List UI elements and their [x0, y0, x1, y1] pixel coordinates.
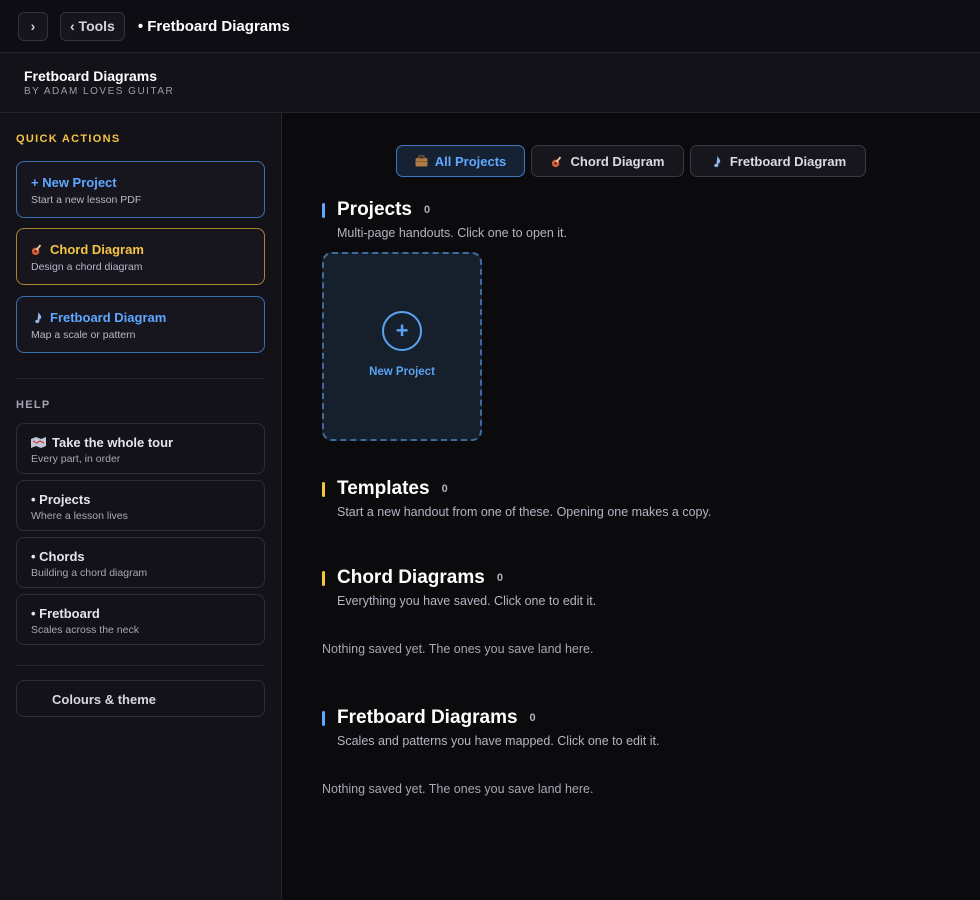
tab-fretboard-diagram[interactable]: Fretboard Diagram [690, 145, 866, 177]
briefcase-icon [415, 155, 428, 167]
back-to-tools-button[interactable]: ‹ Tools [60, 11, 125, 41]
help-item-sub: Where a lesson lives [31, 510, 128, 522]
help-item-chords[interactable]: • Chords Building a chord diagram [16, 537, 265, 588]
projects-section: Projects 0 Multi-page handouts. Click on… [322, 199, 567, 441]
help-item-title: • Chords [31, 549, 85, 564]
quick-actions-label: QUICK ACTIONS [16, 133, 121, 145]
app-subtitle: BY ADAM LOVES GUITAR [24, 86, 175, 97]
quick-action-chord-diagram[interactable]: Chord Diagram Design a chord diagram [16, 228, 265, 285]
empty-state-message: Nothing saved yet. The ones you save lan… [322, 782, 594, 796]
help-item-sub: Building a chord diagram [31, 567, 148, 579]
section-count: 0 [441, 483, 448, 495]
tab-label: Fretboard Diagram [729, 153, 847, 169]
templates-section: Templates 0 Start a new handout from one… [322, 478, 711, 519]
quick-action-sub: Start a new lesson PDF [31, 194, 142, 206]
guitar-icon [31, 243, 44, 256]
colours-theme-button[interactable]: Colours & theme [16, 680, 265, 717]
section-accent-bar [322, 710, 325, 726]
music-note-icon [710, 155, 723, 168]
section-description: Start a new handout from one of these. O… [337, 505, 712, 519]
map-icon [31, 437, 46, 448]
expand-sidebar-button[interactable]: › [18, 11, 48, 41]
help-item-title: • Projects [31, 492, 91, 507]
section-count: 0 [423, 204, 431, 216]
chevron-right-icon: › [30, 18, 36, 34]
section-title: Chord Diagrams [337, 567, 485, 588]
app-header: Fretboard Diagrams BY ADAM LOVES GUITAR [0, 53, 980, 113]
quick-action-sub: Design a chord diagram [31, 261, 143, 273]
help-item-sub: Every part, in order [31, 453, 121, 465]
sidebar: QUICK ACTIONS + New Project Start a new … [0, 113, 282, 900]
section-accent-bar [322, 570, 325, 586]
filter-tabs: All Projects Chord Diagram Fretboard Dia… [396, 145, 866, 177]
tab-all-projects[interactable]: All Projects [396, 145, 525, 177]
help-label: HELP [16, 399, 51, 411]
top-bar: › ‹ Tools • Fretboard Diagrams [0, 0, 980, 53]
section-description: Scales and patterns you have mapped. Cli… [337, 734, 660, 748]
fretboard-diagrams-section: Fretboard Diagrams 0 Scales and patterns… [322, 707, 659, 796]
quick-action-sub: Map a scale or pattern [31, 329, 136, 341]
section-description: Multi-page handouts. Click one to open i… [337, 226, 567, 240]
sidebar-divider [16, 665, 265, 666]
quick-action-fretboard-diagram[interactable]: Fretboard Diagram Map a scale or pattern [16, 296, 265, 353]
help-item-title: Take the whole tour [52, 435, 174, 450]
help-item-sub: Scales across the neck [31, 624, 139, 636]
music-note-icon [31, 311, 44, 324]
section-accent-bar [322, 481, 325, 497]
section-count: 0 [529, 712, 536, 724]
section-title: Templates [337, 478, 430, 499]
sidebar-divider [16, 378, 265, 379]
new-project-card[interactable]: + New Project [322, 252, 482, 441]
tab-label: All Projects [434, 153, 507, 169]
empty-state-message: Nothing saved yet. The ones you save lan… [322, 642, 594, 656]
quick-action-title: + New Project [31, 175, 117, 190]
breadcrumb-title: • Fretboard Diagrams [137, 17, 290, 35]
help-item-tour[interactable]: Take the whole tour Every part, in order [16, 423, 265, 474]
main-content: All Projects Chord Diagram Fretboard Dia… [282, 113, 980, 900]
section-description: Everything you have saved. Click one to … [337, 594, 597, 608]
section-count: 0 [496, 572, 503, 584]
quick-action-new-project[interactable]: + New Project Start a new lesson PDF [16, 161, 265, 218]
section-title: Projects [337, 199, 412, 220]
tab-chord-diagram[interactable]: Chord Diagram [531, 145, 684, 177]
guitar-icon [551, 155, 564, 168]
help-item-fretboard[interactable]: • Fretboard Scales across the neck [16, 594, 265, 645]
plus-icon: + [382, 311, 422, 351]
chord-diagrams-section: Chord Diagrams 0 Everything you have sav… [322, 567, 596, 656]
section-accent-bar [322, 202, 325, 218]
app-title: Fretboard Diagrams [24, 68, 158, 84]
help-item-projects[interactable]: • Projects Where a lesson lives [16, 480, 265, 531]
tab-label: Chord Diagram [570, 153, 665, 169]
quick-action-title: Fretboard Diagram [50, 310, 167, 325]
quick-action-title: Chord Diagram [50, 242, 144, 257]
section-title: Fretboard Diagrams [337, 707, 518, 728]
help-item-title: • Fretboard [31, 606, 100, 621]
new-project-label: New Project [369, 366, 435, 378]
